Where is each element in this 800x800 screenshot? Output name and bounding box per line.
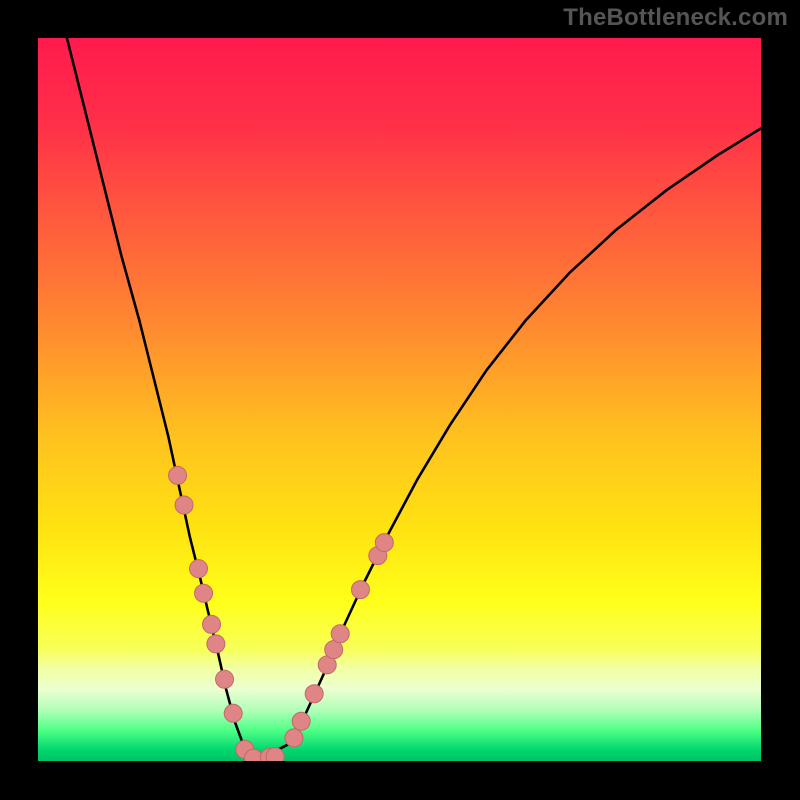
- data-marker: [224, 704, 242, 722]
- data-marker: [375, 534, 393, 552]
- data-marker: [207, 635, 225, 653]
- data-marker: [351, 581, 369, 599]
- data-marker: [331, 625, 349, 643]
- data-marker: [325, 641, 343, 659]
- data-marker: [195, 584, 213, 602]
- data-marker: [190, 560, 208, 578]
- watermark-text: TheBottleneck.com: [563, 4, 788, 32]
- chart-frame: TheBottleneck.com: [0, 0, 800, 800]
- bottleneck-chart: [0, 0, 800, 800]
- data-marker: [203, 615, 221, 633]
- data-marker: [175, 496, 193, 514]
- plot-background: [38, 38, 761, 761]
- data-marker: [305, 685, 323, 703]
- data-marker: [292, 712, 310, 730]
- data-marker: [216, 670, 234, 688]
- data-marker: [285, 729, 303, 747]
- data-marker: [169, 466, 187, 484]
